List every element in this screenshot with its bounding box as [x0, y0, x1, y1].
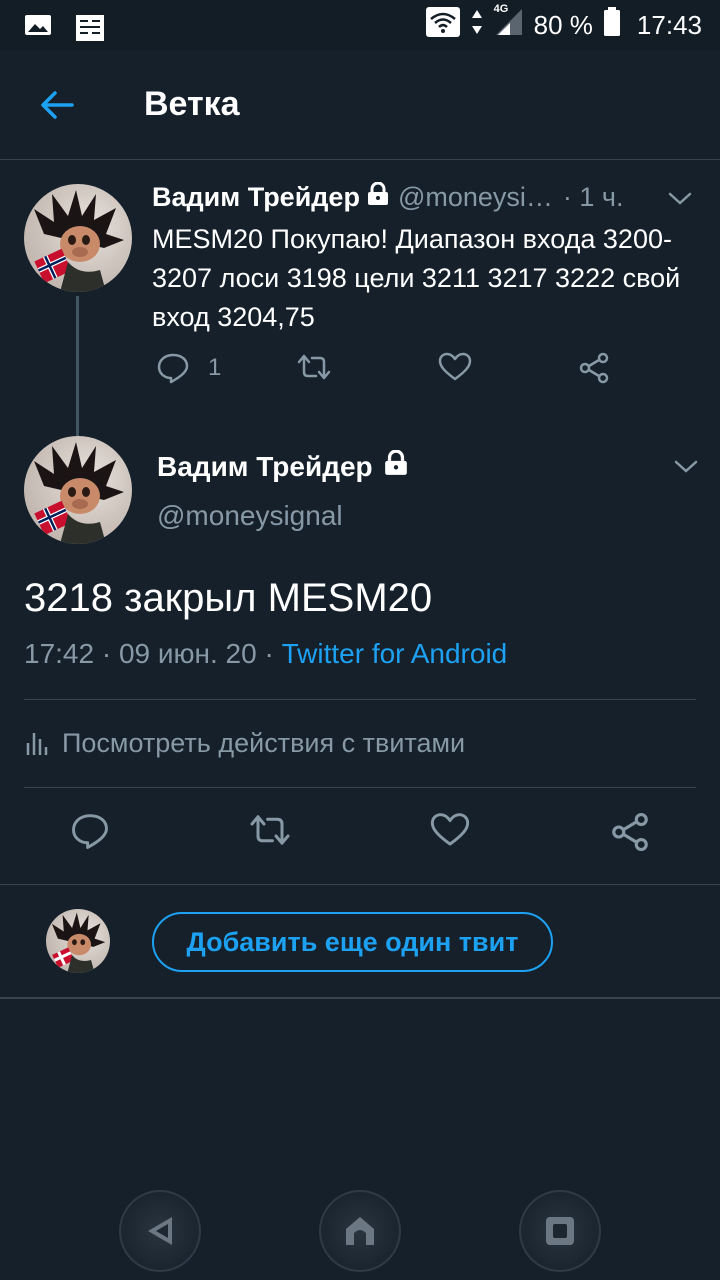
tweet-time: · 1 ч.	[562, 182, 624, 212]
chevron-down-icon	[668, 192, 692, 205]
battery-icon	[603, 6, 621, 44]
tweet-meta: 17:42 · 09 июн. 20 · Twitter for Android	[24, 638, 507, 670]
tweet-menu-button[interactable]	[666, 188, 694, 213]
nav-back-button[interactable]	[119, 1190, 201, 1272]
thread-line	[76, 296, 79, 436]
retweet-icon	[250, 815, 290, 845]
view-tweet-activity-link[interactable]: Посмотреть действия с твитами	[24, 728, 465, 759]
share-icon	[579, 352, 609, 384]
author-name[interactable]: Вадим Трейдер	[152, 182, 360, 213]
reply-icon	[157, 353, 189, 384]
share-button[interactable]	[610, 812, 650, 852]
user-avatar[interactable]	[46, 909, 110, 973]
tweet-actions: 1	[156, 352, 626, 392]
author-handle[interactable]: @moneysignal	[157, 500, 343, 532]
system-nav-bar	[0, 1182, 720, 1280]
triangle-back-icon	[148, 1217, 172, 1245]
battery-level: 80 %	[533, 9, 593, 40]
retweet-icon	[297, 354, 331, 380]
status-bar: 4G 80 % 17:43	[0, 0, 720, 50]
back-button[interactable]	[22, 70, 92, 140]
nav-home-button[interactable]	[319, 1190, 401, 1272]
add-tweet-bar: Добавить еще один твит	[0, 885, 720, 997]
avatar[interactable]	[24, 436, 132, 544]
data-transfer-icon	[470, 8, 484, 43]
reply-count: 1	[208, 354, 222, 381]
signal-icon: 4G	[494, 3, 524, 44]
author-name-row: Вадим Трейдер	[157, 449, 417, 483]
parent-tweet[interactable]: Вадим Трейдер @moneysi… · 1 ч. MESM20 По…	[0, 162, 720, 436]
heart-icon	[438, 352, 472, 381]
divider	[24, 699, 696, 700]
troll-avatar-image	[34, 442, 124, 544]
clock: 17:43	[636, 9, 702, 40]
reply-icon	[72, 814, 108, 849]
screen: 4G 80 % 17:43 Ветка Вадим Трейдер @money…	[0, 0, 720, 1280]
tweet-timestamp: 17:42 · 09 июн. 20 ·	[24, 638, 282, 669]
square-recents-icon	[546, 1217, 574, 1245]
troll-avatar-image	[34, 190, 124, 292]
author-handle[interactable]: @moneysi…	[398, 182, 553, 213]
page-title: Ветка	[144, 85, 240, 123]
tweet-actions	[0, 812, 720, 868]
nav-recents-button[interactable]	[519, 1190, 601, 1272]
network-type-label: 4G	[493, 2, 509, 15]
like-button[interactable]	[438, 352, 472, 382]
tweet-source-link[interactable]: Twitter for Android	[282, 638, 508, 669]
image-notification-icon	[24, 13, 52, 37]
home-icon	[346, 1217, 374, 1245]
arrow-left-icon	[41, 90, 74, 119]
chevron-down-icon	[674, 460, 698, 473]
add-another-tweet-button[interactable]: Добавить еще один твит	[152, 912, 553, 972]
avatar[interactable]	[24, 184, 132, 292]
author-name[interactable]: Вадим Трейдер	[157, 451, 373, 483]
reply-button[interactable]	[70, 812, 110, 850]
divider	[0, 997, 720, 999]
view-tweet-activity-label: Посмотреть действия с твитами	[62, 728, 466, 758]
troll-avatar-image	[51, 912, 106, 973]
share-icon	[612, 812, 648, 852]
like-button[interactable]	[430, 812, 470, 848]
share-button[interactable]	[578, 352, 610, 384]
divider	[24, 787, 696, 788]
reply-button[interactable]: 1	[156, 352, 221, 384]
analytics-icon	[26, 732, 48, 755]
app-notification-icon	[74, 13, 104, 41]
heart-icon	[430, 813, 470, 846]
tweet-header: Вадим Трейдер @moneysi… · 1 ч.	[152, 181, 624, 213]
tweet-text: 3218 закрыл MESM20	[24, 576, 433, 620]
retweet-button[interactable]	[248, 812, 292, 848]
wifi-icon	[425, 6, 460, 44]
lock-icon	[366, 181, 390, 213]
app-bar: Ветка	[0, 50, 720, 160]
tweet-menu-button[interactable]	[672, 456, 700, 481]
tweet-text: MESM20 Покупаю! Диапазон входа 3200-3207…	[152, 224, 681, 332]
retweet-button[interactable]	[296, 352, 332, 382]
focused-tweet: Вадим Трейдер @moneysignal 3218 закрыл M…	[0, 428, 720, 888]
lock-icon	[383, 449, 409, 483]
